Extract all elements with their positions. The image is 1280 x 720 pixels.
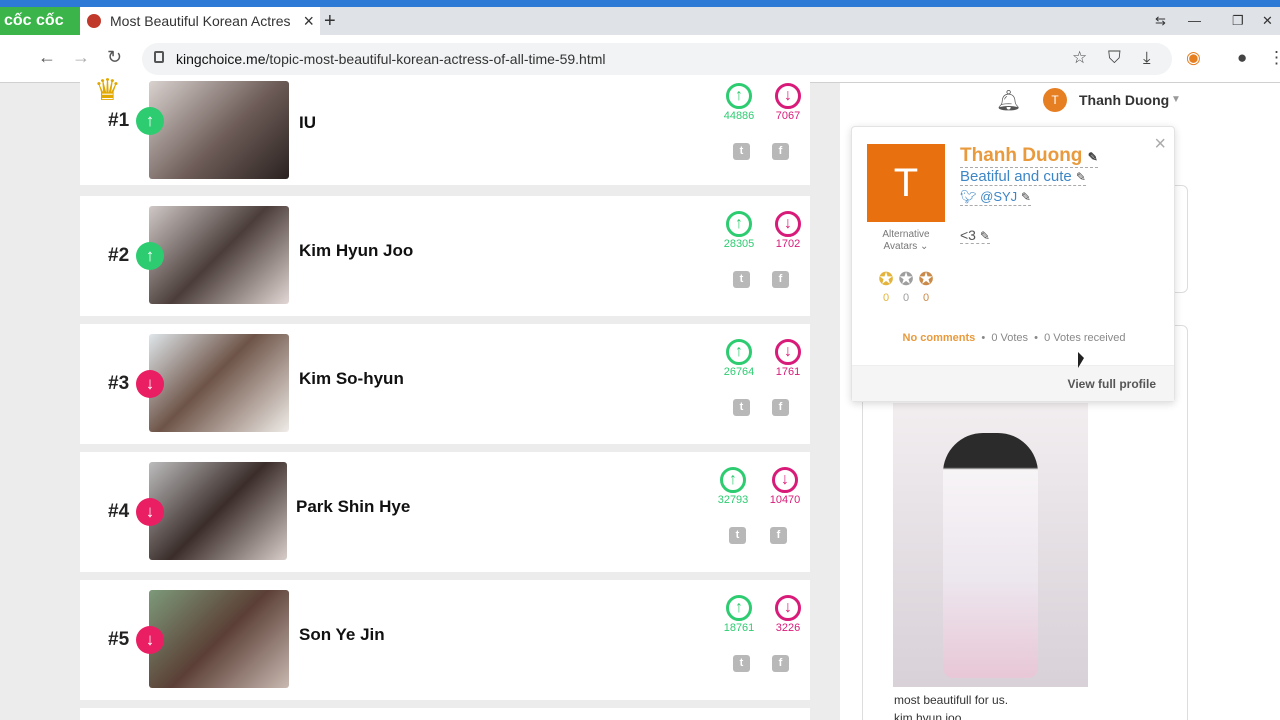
profile-bio[interactable]: Beatiful and cute ✎ bbox=[960, 168, 1086, 186]
votes-received-count: 0 Votes received bbox=[1044, 332, 1126, 344]
gold-medal-icon: ✪ 0 bbox=[878, 269, 894, 304]
extension-icon[interactable]: ◉ bbox=[1186, 48, 1201, 68]
back-icon[interactable]: ← bbox=[38, 47, 56, 68]
bronze-medal-icon: ✪ 0 bbox=[918, 269, 934, 304]
post-photo-figure bbox=[943, 433, 1038, 678]
trend-up-icon: ↑ bbox=[136, 107, 164, 135]
download-icon[interactable]: ⤓ bbox=[1143, 48, 1151, 68]
comments-count[interactable]: No comments bbox=[903, 332, 976, 344]
profile-heart[interactable]: <3 ✎ bbox=[960, 227, 990, 244]
minimize-icon[interactable]: — bbox=[1188, 7, 1201, 35]
notification-bell-icon[interactable]: 🔔︎ bbox=[996, 88, 1021, 113]
alternative-avatars-link[interactable]: Alternative Avatars ⌄ bbox=[867, 229, 945, 253]
shield-icon[interactable]: ⛉ bbox=[1108, 48, 1121, 68]
rank-number: #4 bbox=[108, 501, 130, 522]
actress-name[interactable]: Son Ye Jin bbox=[299, 625, 385, 645]
ranking-row: #4 ↓ Park Shin Hye ↑ 32793 ↓ 10470 t f bbox=[80, 452, 810, 572]
browser-top-strip bbox=[0, 0, 1280, 7]
profile-avatar[interactable]: T bbox=[867, 144, 945, 222]
view-full-profile-link[interactable]: View full profile bbox=[1068, 377, 1156, 391]
site-favicon-icon bbox=[87, 14, 101, 28]
facebook-share-icon[interactable]: f bbox=[770, 527, 787, 544]
actress-photo[interactable] bbox=[149, 206, 289, 304]
user-avatar[interactable]: T bbox=[1043, 88, 1067, 112]
edit-pencil-icon: ✎ bbox=[1087, 150, 1098, 164]
popup-footer: View full profile bbox=[852, 365, 1174, 401]
lock-icon bbox=[154, 51, 164, 63]
user-menu-chevron-down-icon[interactable]: ▼ bbox=[1171, 94, 1181, 105]
downvote-button[interactable]: ↓ 10470 bbox=[755, 467, 815, 506]
tab-close-icon[interactable]: × bbox=[303, 7, 314, 35]
trend-down-icon: ↓ bbox=[136, 498, 164, 526]
tab-title: Most Beautiful Korean Actress bbox=[110, 13, 290, 29]
ranking-row: #3 ↓ Kim So-hyun ↑ 26764 ↓ 1761 t f bbox=[80, 324, 810, 444]
active-tab[interactable]: Most Beautiful Korean Actress × bbox=[80, 7, 320, 35]
ranking-row: ♛ #1 ↑ IU ↑ 44886 ↓ 7067 t f bbox=[80, 74, 810, 185]
actress-photo[interactable] bbox=[149, 81, 289, 179]
ranking-row bbox=[80, 708, 810, 720]
post-caption-secondary: kim hyun joo bbox=[894, 711, 962, 720]
edit-pencil-icon: ✎ bbox=[1020, 190, 1031, 204]
post-caption: most beautifull for us. bbox=[894, 693, 1009, 707]
trend-down-icon: ↓ bbox=[136, 370, 164, 398]
actress-name[interactable]: IU bbox=[299, 113, 316, 133]
upvote-button[interactable]: ↑ 32793 bbox=[703, 467, 763, 506]
profile-popup: × T Alternative Avatars ⌄ Thanh Duong ✎ … bbox=[851, 126, 1175, 402]
new-tab-icon[interactable]: + bbox=[324, 7, 336, 35]
facebook-share-icon[interactable]: f bbox=[772, 271, 789, 288]
twitter-share-icon[interactable]: t bbox=[733, 271, 750, 288]
facebook-share-icon[interactable]: f bbox=[772, 399, 789, 416]
silver-medal-icon: ✪ 0 bbox=[898, 269, 914, 304]
facebook-share-icon[interactable]: f bbox=[772, 143, 789, 160]
url-text: kingchoice.me/topic-most-beautiful-korea… bbox=[176, 51, 606, 67]
profile-twitter[interactable]: 🐦︎ @SYJ ✎ bbox=[960, 189, 1031, 206]
downvote-button[interactable]: ↓ 3226 bbox=[758, 595, 818, 634]
rank-number: #2 bbox=[108, 245, 130, 266]
maximize-icon[interactable]: ❐ bbox=[1232, 7, 1244, 35]
facebook-share-icon[interactable]: f bbox=[772, 655, 789, 672]
trend-down-icon: ↓ bbox=[136, 626, 164, 654]
forward-icon[interactable]: → bbox=[72, 47, 90, 68]
restore-tabs-icon[interactable]: ⇆ bbox=[1155, 7, 1166, 35]
menu-icon[interactable]: ⋮ bbox=[1268, 48, 1280, 68]
twitter-share-icon[interactable]: t bbox=[733, 143, 750, 160]
browser-brand-logo[interactable]: cốc cốc bbox=[0, 7, 80, 35]
twitter-share-icon[interactable]: t bbox=[733, 399, 750, 416]
twitter-icon: 🐦︎ bbox=[960, 189, 977, 204]
votes-count: 0 Votes bbox=[991, 332, 1029, 344]
actress-name[interactable]: Kim So-hyun bbox=[299, 369, 404, 389]
reload-icon[interactable]: ↻ bbox=[107, 47, 122, 68]
ranking-row: #2 ↑ Kim Hyun Joo ↑ 28305 ↓ 1702 t f bbox=[80, 196, 810, 316]
rank-number: #3 bbox=[108, 373, 130, 394]
profile-name[interactable]: Thanh Duong ✎ bbox=[960, 145, 1098, 168]
downvote-button[interactable]: ↓ 7067 bbox=[758, 83, 818, 122]
close-icon[interactable]: × bbox=[1154, 133, 1166, 156]
url-field[interactable]: kingchoice.me/topic-most-beautiful-korea… bbox=[142, 43, 1172, 75]
twitter-share-icon[interactable]: t bbox=[729, 527, 746, 544]
rank-number: #1 bbox=[108, 110, 130, 131]
downvote-button[interactable]: ↓ 1702 bbox=[758, 211, 818, 250]
mouse-cursor bbox=[1078, 352, 1084, 368]
tab-bar: cốc cốc Most Beautiful Korean Actress × … bbox=[0, 7, 1280, 35]
trend-up-icon: ↑ bbox=[136, 242, 164, 270]
crown-icon: ♛ bbox=[94, 74, 121, 107]
edit-pencil-icon: ✎ bbox=[1075, 170, 1086, 184]
rank-number: #5 bbox=[108, 629, 130, 650]
user-name[interactable]: Thanh Duong bbox=[1079, 92, 1169, 108]
account-icon[interactable]: ● bbox=[1237, 48, 1247, 68]
ranking-row: #5 ↓ Son Ye Jin ↑ 18761 ↓ 3226 t f bbox=[80, 580, 810, 700]
actress-name[interactable]: Park Shin Hye bbox=[296, 497, 410, 517]
edit-pencil-icon: ✎ bbox=[979, 229, 990, 243]
bookmark-star-icon[interactable]: ☆ bbox=[1072, 48, 1087, 68]
actress-name[interactable]: Kim Hyun Joo bbox=[299, 241, 413, 261]
actress-photo[interactable] bbox=[149, 334, 289, 432]
post-photo[interactable] bbox=[893, 403, 1088, 687]
actress-photo[interactable] bbox=[149, 590, 289, 688]
window-close-icon[interactable]: ✕ bbox=[1262, 7, 1273, 35]
profile-stats: No comments • 0 Votes • 0 Votes received bbox=[902, 332, 1126, 344]
actress-photo[interactable] bbox=[149, 462, 287, 560]
twitter-share-icon[interactable]: t bbox=[733, 655, 750, 672]
downvote-button[interactable]: ↓ 1761 bbox=[758, 339, 818, 378]
